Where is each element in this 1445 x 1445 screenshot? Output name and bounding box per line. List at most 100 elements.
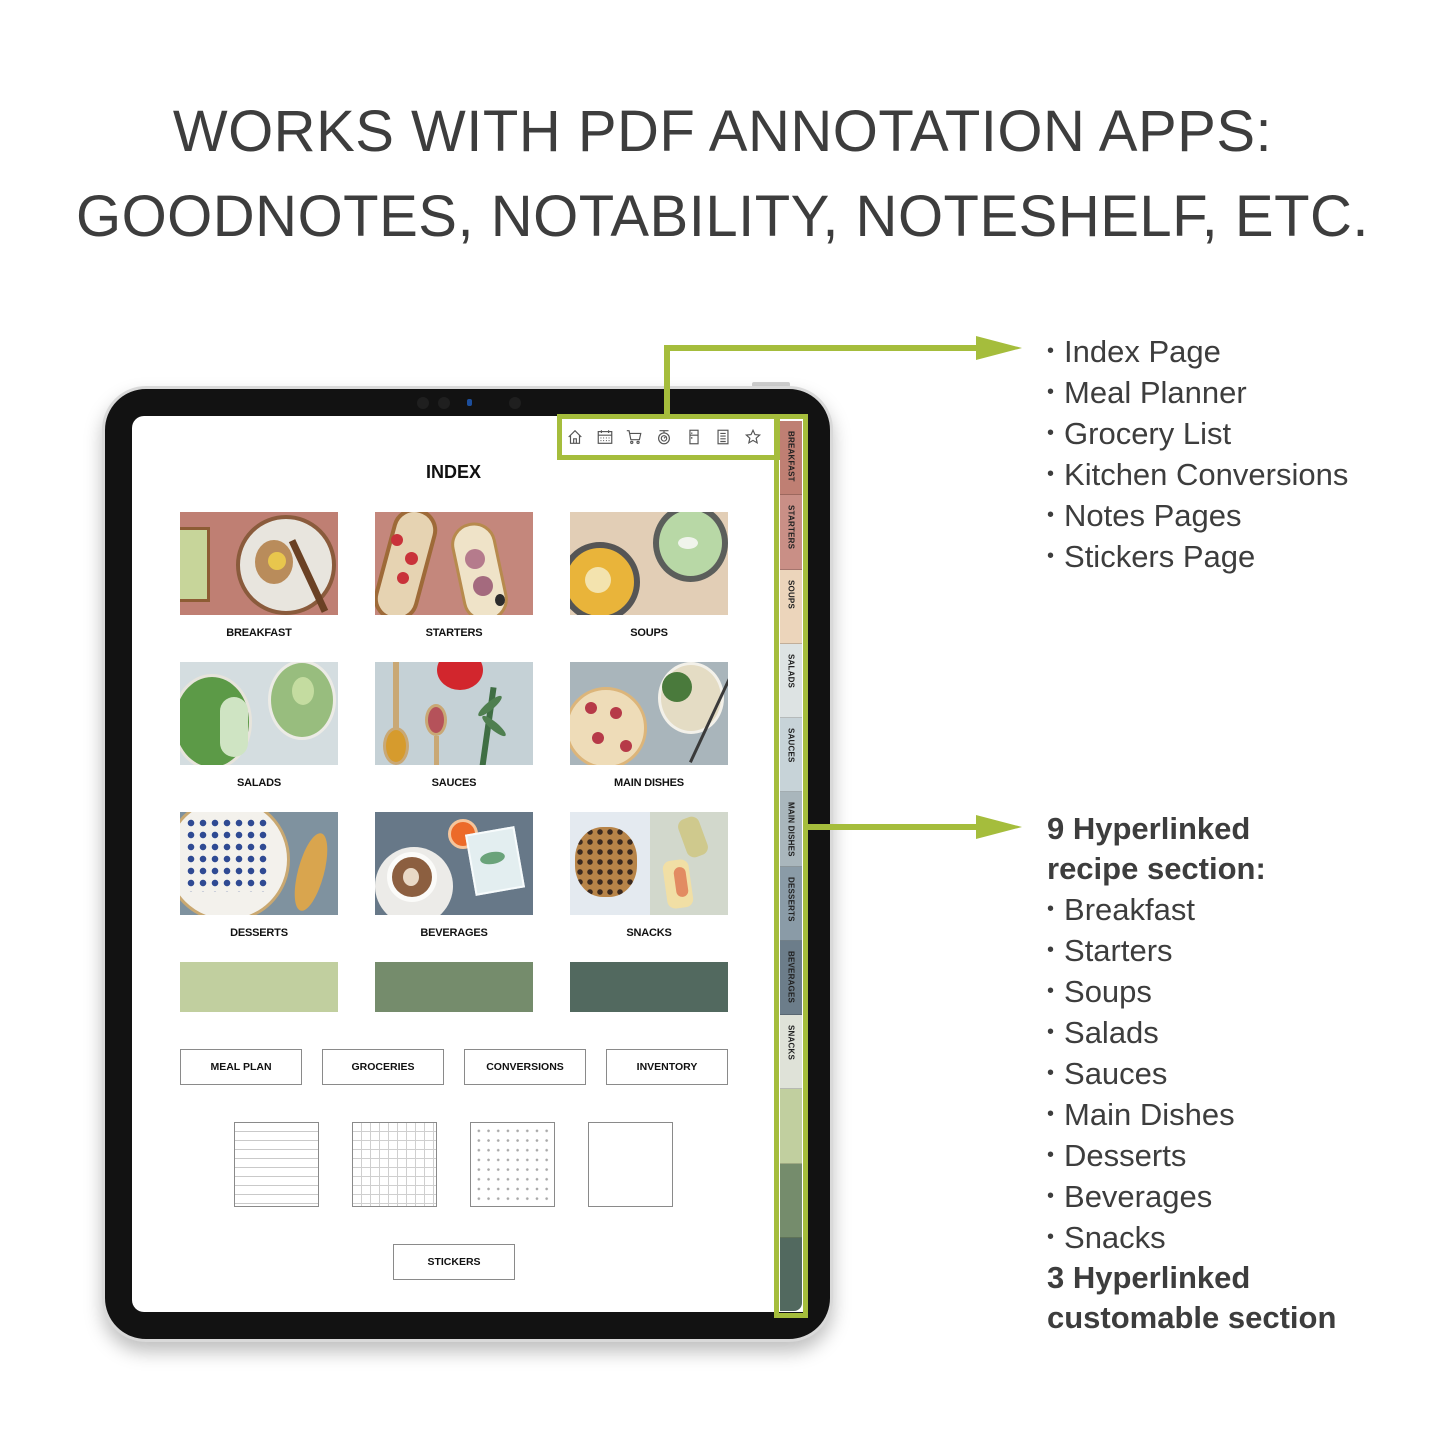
category-card-soups[interactable]: SOUPS [570,512,728,639]
tab-label: SNACKS [786,1025,796,1060]
feature-heading: customable section [1047,1300,1337,1335]
index-title: INDEX [425,462,481,482]
calendar-icon[interactable] [594,426,616,448]
camera-dot [509,397,521,409]
tab-label: BEVERAGES [786,950,796,1003]
camera-dot [438,397,450,409]
category-label: SOUPS [630,627,668,639]
feature-item: Snacks [1047,1217,1336,1258]
feature-heading: recipe section: [1047,851,1266,886]
tab-sauces[interactable]: SAUCES [780,718,802,793]
tab-salads[interactable]: SALADS [780,643,802,718]
arrow-connector [808,824,978,830]
camera-indicator [467,399,472,406]
category-thumbnail[interactable] [375,662,533,765]
blueberry-decoration [185,817,270,892]
feature-item: Soups [1047,971,1336,1012]
tab-beverages[interactable]: BEVERAGES [780,940,802,1015]
category-card-desserts[interactable]: DESSERTS [180,812,338,939]
meal-plan-button[interactable]: MEAL PLAN [180,1049,302,1085]
feature-item: Index Page [1047,331,1348,372]
category-card-salads[interactable]: SALADS [180,662,338,789]
feature-item: Grocery List [1047,413,1348,454]
feature-item: Sauces [1047,1053,1336,1094]
feature-item: Salads [1047,1012,1336,1053]
tab-custom-2[interactable] [780,1163,802,1238]
tab-starters[interactable]: STARTERS [780,495,802,570]
category-label: SAUCES [431,777,477,789]
feature-item: Starters [1047,930,1336,971]
features-top-list: Index Page Meal Planner Grocery List Kit… [1047,331,1348,577]
category-label: DESSERTS [230,927,288,939]
fridge-icon[interactable] [683,426,705,448]
category-card-beverages[interactable]: BEVERAGES [375,812,533,939]
custom-section-3[interactable] [570,962,728,1012]
feature-item: Notes Pages [1047,495,1348,536]
tab-custom-1[interactable] [780,1089,802,1164]
star-icon[interactable] [742,426,764,448]
planner-screen: INDEX BREAKFAST STARTERS SOUPS SALADS SA… [132,416,804,1312]
custom-section-1[interactable] [180,962,338,1012]
feature-heading: 3 Hyperlinked [1047,1260,1251,1295]
arrow-head-icon [976,336,1022,360]
groceries-button[interactable]: GROCERIES [322,1049,444,1085]
category-thumbnail[interactable] [180,662,338,765]
category-thumbnail[interactable] [180,812,338,915]
tab-label: MAIN DISHES [786,802,796,857]
category-card-sauces[interactable]: SAUCES [375,662,533,789]
feature-item: Desserts [1047,1135,1336,1176]
section-tabs: BREAKFAST STARTERS SOUPS SALADS SAUCES M… [780,421,802,1311]
category-thumbnail[interactable] [375,812,533,915]
category-label: BREAKFAST [226,627,292,639]
planner-toolbar [560,419,768,455]
category-card-starters[interactable]: STARTERS [375,512,533,639]
category-card-snacks[interactable]: SNACKS [570,812,728,939]
category-card-breakfast[interactable]: BREAKFAST [180,512,338,639]
tab-label: SOUPS [786,579,796,609]
conversions-button[interactable]: CONVERSIONS [464,1049,586,1085]
category-thumbnail[interactable] [180,512,338,615]
tab-breakfast[interactable]: BREAKFAST [780,421,802,496]
category-label: STARTERS [425,627,483,639]
cart-icon[interactable] [623,426,645,448]
notes-template-dotted[interactable] [470,1122,555,1207]
custom-section-2[interactable] [375,962,533,1012]
home-icon[interactable] [564,426,586,448]
notes-template-grid[interactable] [352,1122,437,1207]
stickers-button[interactable]: STICKERS [393,1244,515,1280]
category-thumbnail[interactable] [570,662,728,765]
tab-label: BREAKFAST [786,431,796,482]
feature-item: Stickers Page [1047,536,1348,577]
scale-icon[interactable] [653,426,675,448]
feature-item: Kitchen Conversions [1047,454,1348,495]
arrow-head-icon [976,815,1022,839]
feature-item: Main Dishes [1047,1094,1336,1135]
feature-item: Breakfast [1047,889,1336,930]
category-thumbnail[interactable] [375,512,533,615]
category-label: SNACKS [626,927,672,939]
feature-item: Meal Planner [1047,372,1348,413]
inventory-button[interactable]: INVENTORY [606,1049,728,1085]
category-label: MAIN DISHES [614,777,684,789]
arrow-connector [664,345,670,415]
category-label: BEVERAGES [420,927,488,939]
notes-icon[interactable] [712,426,734,448]
notes-template-blank[interactable] [588,1122,673,1207]
category-card-main-dishes[interactable]: MAIN DISHES [570,662,728,789]
tab-custom-3[interactable] [780,1237,802,1311]
category-label: SALADS [236,777,282,789]
tab-desserts[interactable]: DESSERTS [780,866,802,941]
feature-item: Beverages [1047,1176,1336,1217]
tab-label: SAUCES [786,728,796,763]
features-bottom-list: 9 Hyperlinked recipe section: Breakfast … [1047,809,1336,1338]
notes-template-lined[interactable] [234,1122,319,1207]
tab-label: DESSERTS [786,876,796,922]
headline-line-2: GOODNOTES, NOTABILITY, NOTESHELF, ETC. [75,184,1370,249]
tab-soups[interactable]: SOUPS [780,569,802,644]
tab-snacks[interactable]: SNACKS [780,1015,802,1090]
category-thumbnail[interactable] [570,512,728,615]
feature-heading: 9 Hyperlinked [1047,811,1251,846]
tab-main-dishes[interactable]: MAIN DISHES [780,792,802,867]
headline-line-1: WORKS WITH PDF ANNOTATION APPS: [172,99,1273,164]
category-thumbnail[interactable] [570,812,728,915]
